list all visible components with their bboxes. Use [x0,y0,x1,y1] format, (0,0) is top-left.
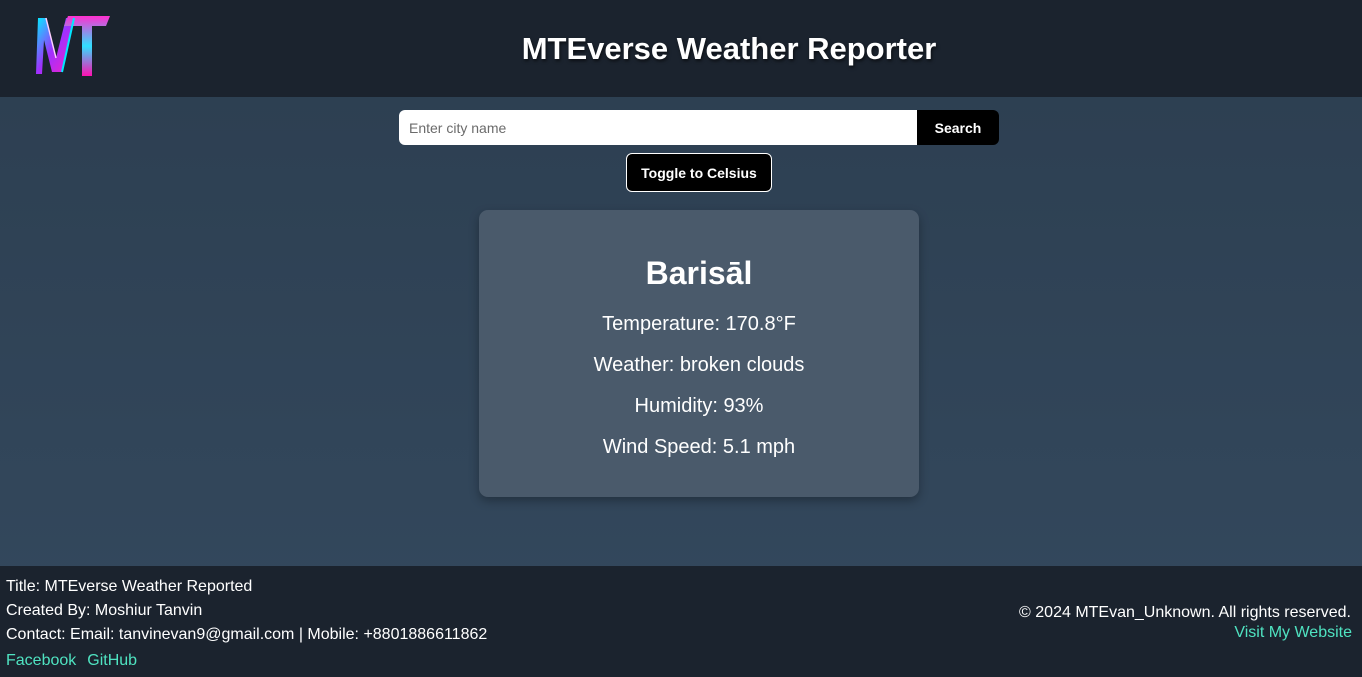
search-bar: Search [399,110,999,145]
city-name: Barisāl [645,255,753,291]
page-footer: Title: MTEverse Weather Reported Created… [0,566,1362,677]
toggle-unit-button[interactable]: Toggle to Celsius [626,153,772,192]
copyright-text: © 2024 MTEvan_Unknown. All rights reserv… [1019,604,1351,621]
social-links: Facebook GitHub [6,652,137,670]
github-link[interactable]: GitHub [87,652,137,670]
weather-description-text: Weather: broken clouds [593,354,805,376]
footer-created-by: Created By: Moshiur Tanvin [6,602,203,619]
facebook-link[interactable]: Facebook [6,652,76,670]
footer-title-line: Title: MTEverse Weather Reported [6,578,253,595]
wind-speed-text: Wind Speed: 5.1 mph [602,436,796,458]
page-title: MTEverse Weather Reporter [521,31,937,66]
footer-contact: Contact: Email: tanvinevan9@gmail.com | … [6,626,488,643]
weather-card: Barisāl Temperature: 170.8°F Weather: br… [479,210,919,497]
city-search-input[interactable] [399,110,917,145]
app-header: MTEverse Weather Reporter [0,0,1362,97]
search-button[interactable]: Search [917,110,999,145]
visit-website-link[interactable]: Visit My Website [1234,624,1352,642]
humidity-text: Humidity: 93% [634,395,764,417]
temperature-text: Temperature: 170.8°F [602,313,796,335]
